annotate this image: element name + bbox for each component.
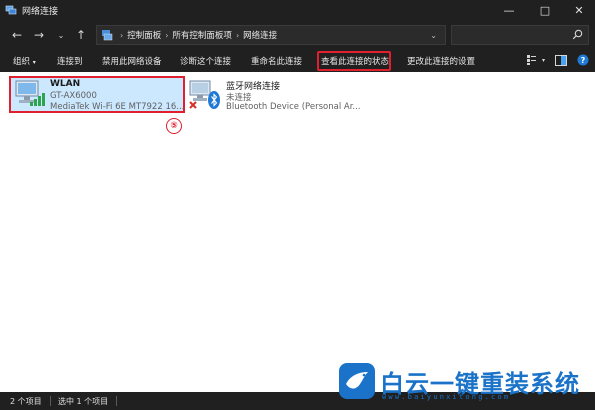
list-item-bluetooth[interactable] — [186, 76, 356, 113]
search-input[interactable] — [451, 25, 589, 45]
rename-button[interactable]: 重命名此连接 — [251, 55, 302, 67]
search-icon — [572, 29, 583, 40]
preview-pane-icon[interactable] — [555, 54, 567, 66]
view-dropdown-icon[interactable]: ▾ — [542, 57, 545, 64]
step-5-badge: ⑤ — [166, 118, 182, 134]
svg-text:?: ? — [581, 56, 586, 65]
breadcrumb[interactable]: › 控制面板 › 所有控制面板项 › 网络连接 ⌄ — [96, 25, 446, 45]
forward-arrow-icon[interactable]: → — [30, 26, 48, 44]
view-options-icon[interactable] — [526, 54, 540, 66]
connection-name: WLAN — [50, 79, 81, 89]
control-panel-icon — [102, 30, 113, 41]
item-count: 2 个项目 — [10, 397, 42, 406]
change-settings-button[interactable]: 更改此连接的设置 — [407, 55, 475, 67]
disable-device-button[interactable]: 禁用此网络设备 — [102, 55, 162, 67]
status-divider — [50, 396, 51, 406]
command-bar: 组织 ▾ 连接到 禁用此网络设备 诊断这个连接 重命名此连接 查看此连接的状态 … — [0, 50, 595, 72]
breadcrumb-item-network-connections[interactable]: 网络连接 — [243, 29, 277, 41]
minimize-button[interactable]: — — [493, 0, 525, 20]
diagnose-button[interactable]: 诊断这个连接 — [180, 55, 231, 67]
breadcrumb-item-all-items[interactable]: 所有控制面板项 — [172, 29, 232, 41]
organize-label: 组织 — [13, 57, 31, 67]
back-arrow-icon[interactable]: ← — [8, 26, 26, 44]
maximize-button[interactable]: □ — [529, 0, 561, 20]
watermark: 白云一键重装系统 www.baiyunxitong.com — [330, 360, 590, 404]
connections-list — [0, 72, 595, 392]
breadcrumb-item-control-panel[interactable]: 控制面板 — [127, 29, 161, 41]
selection-count: 选中 1 个项目 — [58, 397, 109, 406]
status-divider — [116, 396, 117, 406]
up-arrow-icon[interactable]: ↑ — [72, 26, 90, 44]
view-controls: ▾ ? — [526, 54, 589, 66]
bird-logo-icon — [339, 363, 375, 399]
network-connections-icon — [5, 5, 17, 15]
connect-to-button[interactable]: 连接到 — [57, 55, 83, 67]
organize-menu[interactable]: 组织 ▾ — [13, 55, 36, 67]
address-bar: ← → ⌄ ↑ › 控制面板 › 所有控制面板项 › 网络连接 ⌄ — [0, 20, 595, 50]
watermark-url: www.baiyunxitong.com — [382, 393, 511, 401]
connection-adapter: MediaTek Wi-Fi 6E MT7922 16... — [50, 102, 185, 112]
breadcrumb-separator-icon: › — [165, 30, 169, 40]
chevron-down-icon[interactable]: ⌄ — [52, 26, 70, 44]
close-button[interactable]: ✕ — [563, 0, 595, 20]
connection-status: GT-AX6000 — [50, 91, 97, 101]
wifi-adapter-icon — [15, 80, 45, 106]
window-title: 网络连接 — [22, 6, 59, 17]
path-dropdown-icon[interactable]: ⌄ — [430, 31, 437, 40]
breadcrumb-separator-icon: › — [235, 30, 240, 40]
help-icon[interactable]: ? — [577, 54, 589, 66]
breadcrumb-separator-icon: › — [120, 30, 124, 40]
dropdown-caret-icon: ▾ — [32, 59, 36, 66]
view-status-highlight — [317, 51, 391, 71]
